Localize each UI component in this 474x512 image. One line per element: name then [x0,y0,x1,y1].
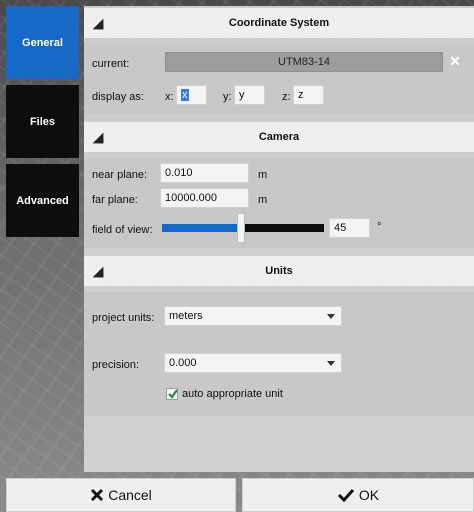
fov-input[interactable]: 45 [329,218,370,238]
z-axis-input[interactable]: z [293,85,324,105]
ok-button-label: OK [358,487,380,503]
precision-value: 0.000 [169,357,197,369]
near-plane-input[interactable]: 0.010 [160,163,249,183]
units-header[interactable]: Units [84,256,474,286]
fov-slider-track[interactable] [245,224,324,232]
auto-unit-label: auto appropriate unit [182,388,283,400]
field-of-view-label: field of view: [92,224,153,236]
y-axis-value: y [239,89,245,101]
fov-value: 45 [334,222,347,234]
far-plane-label: far plane: [92,194,138,206]
fov-unit: ° [377,221,382,233]
y-axis-input[interactable]: y [234,85,265,105]
current-coordinate-system-field[interactable]: UTM83-14 [165,52,443,72]
project-units-value: meters [169,310,203,322]
chevron-down-icon [327,314,335,319]
tab-files[interactable]: Files [6,85,79,158]
coordinate-system-header[interactable]: Coordinate System [84,8,474,38]
close-icon [90,488,104,502]
checkmark-icon [168,389,178,399]
cancel-button-label: Cancel [108,487,152,503]
tab-general[interactable]: General [6,6,79,79]
tab-advanced-label: Advanced [16,194,69,207]
close-icon[interactable]: ✕ [448,54,462,68]
precision-select[interactable]: 0.000 [164,353,342,373]
collapse-triangle-icon[interactable] [92,132,104,144]
coordinate-system-title: Coordinate System [228,17,330,29]
precision-label: precision: [92,359,140,371]
z-axis-value: z [298,89,304,101]
far-plane-value: 10000.000 [165,192,217,204]
y-label: y: [223,91,232,103]
tab-general-label: General [22,36,63,49]
collapse-triangle-icon[interactable] [92,18,104,30]
units-title: Units [265,265,293,277]
fov-slider-handle[interactable] [237,213,245,243]
x-axis-input[interactable]: x [176,85,207,105]
collapse-triangle-icon[interactable] [92,266,104,278]
near-plane-value: 0.010 [165,167,193,179]
display-as-label: display as: [92,91,144,103]
far-plane-unit: m [258,194,268,206]
near-plane-label: near plane: [92,169,148,181]
checkmark-icon [337,488,355,502]
camera-title: Camera [258,131,300,143]
project-units-label: project units: [92,312,155,324]
camera-header[interactable]: Camera [84,122,474,152]
near-plane-unit: m [258,169,268,181]
tab-advanced[interactable]: Advanced [6,164,79,237]
auto-unit-checkbox[interactable] [166,388,178,400]
cancel-button[interactable]: Cancel [6,478,236,512]
z-label: z: [282,91,291,103]
far-plane-input[interactable]: 10000.000 [160,188,249,208]
fov-slider-filled-track[interactable] [162,224,237,232]
x-axis-value: x [181,89,189,101]
current-label: current: [92,58,130,70]
ok-button[interactable]: OK [242,478,474,512]
project-units-select[interactable]: meters [164,306,342,326]
tab-files-label: Files [29,115,56,128]
x-label: x: [165,91,174,103]
current-coordinate-system-value: UTM83-14 [278,56,330,68]
chevron-down-icon [327,361,335,366]
